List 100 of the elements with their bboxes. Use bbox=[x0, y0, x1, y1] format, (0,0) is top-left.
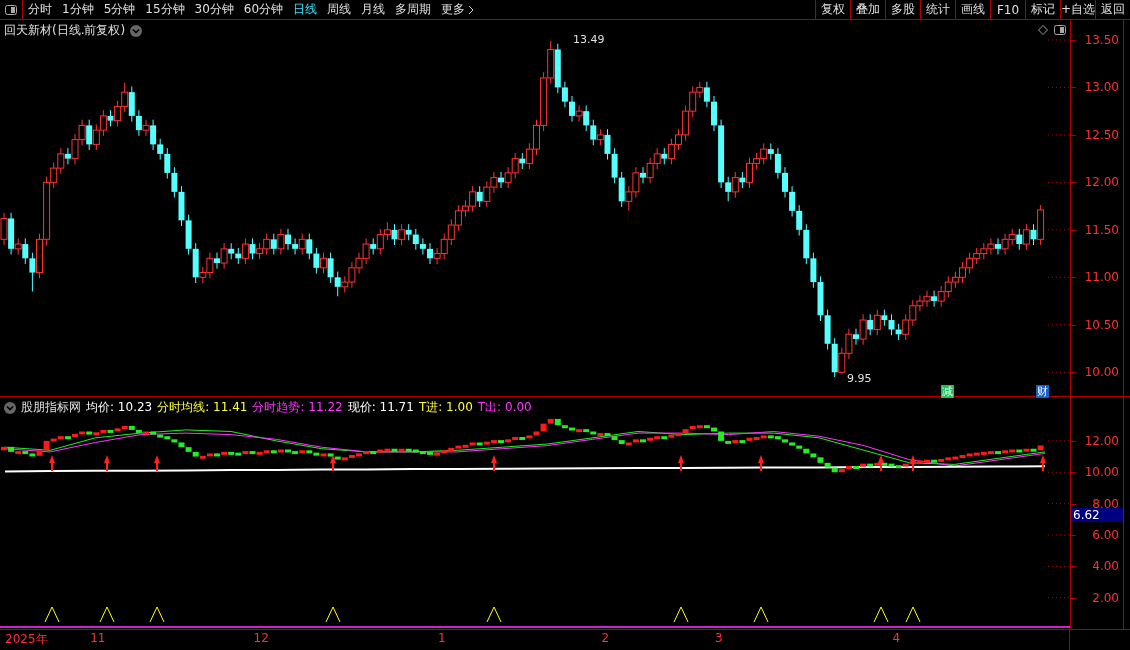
candlestick bbox=[859, 313, 867, 346]
period-tab[interactable]: 分时 bbox=[23, 0, 57, 19]
candlestick bbox=[447, 218, 455, 246]
period-tab[interactable]: 30分钟 bbox=[189, 0, 239, 19]
candlestick bbox=[454, 204, 462, 232]
candlestick bbox=[646, 157, 654, 184]
candlestick bbox=[867, 313, 874, 336]
price-axis-label: 12.00 bbox=[1084, 175, 1119, 190]
candlestick bbox=[625, 185, 633, 212]
event-marker[interactable]: 财 bbox=[1036, 385, 1049, 398]
toolbar-button[interactable]: 画线 bbox=[955, 0, 990, 19]
candlestick bbox=[703, 81, 710, 108]
candlestick bbox=[604, 128, 611, 161]
period-tab[interactable]: 5分钟 bbox=[98, 0, 141, 19]
collapse-icon[interactable] bbox=[4, 401, 16, 414]
date-axis-label: 2 bbox=[601, 631, 610, 645]
candlestick bbox=[142, 119, 150, 137]
toolbar-button[interactable]: F10 bbox=[990, 0, 1025, 19]
period-tab[interactable]: 周线 bbox=[322, 0, 357, 19]
date-axis-label: 1 bbox=[438, 631, 446, 645]
candlestick bbox=[150, 119, 157, 151]
candlestick bbox=[157, 138, 164, 161]
candlestick bbox=[1022, 223, 1030, 251]
candlestick bbox=[533, 119, 540, 156]
dropdown-icon[interactable] bbox=[130, 24, 143, 37]
toolbar-button[interactable]: 多股 bbox=[885, 0, 920, 19]
candlestick bbox=[383, 221, 391, 241]
panel-toggle-icon[interactable] bbox=[1054, 25, 1066, 35]
period-tab[interactable]: 月线 bbox=[356, 0, 391, 19]
candlestick bbox=[412, 228, 419, 251]
candlestick bbox=[711, 95, 717, 132]
period-tab[interactable]: 60分钟 bbox=[238, 0, 289, 19]
date-axis-label: 11 bbox=[90, 631, 106, 645]
candlestick bbox=[128, 85, 135, 123]
price-axis-label: 13.00 bbox=[1084, 80, 1119, 95]
candlestick bbox=[270, 233, 277, 256]
period-tab[interactable]: 多周期 bbox=[390, 0, 437, 19]
period-tab[interactable]: 1分钟 bbox=[57, 0, 99, 19]
candlestick bbox=[490, 171, 498, 194]
candlestick bbox=[306, 233, 313, 260]
price-axis-label: 10.00 bbox=[1084, 365, 1119, 380]
candlestick bbox=[249, 237, 256, 260]
candlestick bbox=[391, 223, 398, 246]
candlestick bbox=[796, 204, 803, 237]
price-axis-label: 11.00 bbox=[1084, 270, 1119, 285]
candlestick bbox=[640, 166, 646, 184]
candlestick bbox=[782, 166, 788, 199]
candlestick bbox=[682, 104, 690, 142]
toolbar-button[interactable]: 复权 bbox=[815, 0, 850, 19]
indicator-axis-label: 2.00 bbox=[1092, 590, 1119, 605]
period-tab[interactable]: 15分钟 bbox=[140, 0, 190, 19]
indicator-reading: 现价: 11.71 bbox=[347, 399, 414, 416]
toolbar-button[interactable]: 统计 bbox=[920, 0, 955, 19]
candlestick bbox=[298, 233, 306, 256]
candlestick bbox=[504, 166, 512, 189]
more-menu[interactable]: 更多 bbox=[436, 0, 480, 19]
candlestick bbox=[1001, 233, 1009, 256]
indicator-reading: T出: 0.00 bbox=[477, 399, 532, 416]
toolbar-button[interactable]: +自选 bbox=[1060, 0, 1095, 19]
toolbar-button[interactable]: 叠加 bbox=[850, 0, 885, 19]
candlestick bbox=[746, 157, 753, 189]
toolbar-button[interactable]: 标记 bbox=[1025, 0, 1060, 19]
candlestick bbox=[114, 100, 122, 127]
date-axis-label: 2025年 bbox=[5, 631, 48, 648]
candlestick bbox=[583, 104, 590, 132]
candlestick bbox=[376, 228, 384, 256]
candlestick bbox=[348, 261, 356, 289]
candlestick bbox=[419, 237, 426, 256]
indicator-axis-label: 4.00 bbox=[1092, 559, 1119, 574]
candlestick bbox=[959, 261, 966, 284]
candlestick bbox=[760, 142, 768, 165]
candlestick bbox=[810, 252, 817, 289]
date-axis-label: 3 bbox=[715, 631, 723, 645]
period-tab[interactable]: 日线 bbox=[288, 0, 323, 19]
indicator-axis-label: 8.00 bbox=[1092, 496, 1119, 511]
candlestick bbox=[171, 166, 178, 199]
toolbar-button[interactable]: 返回 bbox=[1095, 0, 1130, 19]
candlestick bbox=[277, 228, 285, 256]
candlestick bbox=[313, 247, 320, 275]
candlestick bbox=[427, 242, 433, 265]
candlestick bbox=[440, 233, 448, 260]
diamond-icon[interactable] bbox=[1038, 25, 1048, 35]
indicator-axis-label: 12.00 bbox=[1084, 433, 1119, 448]
candlestick bbox=[774, 147, 781, 180]
candlestick bbox=[525, 142, 533, 170]
candlestick bbox=[398, 223, 406, 246]
candlestick bbox=[263, 233, 271, 256]
candlestick bbox=[334, 271, 341, 297]
indicator-reading: T进: 1.00 bbox=[418, 399, 473, 416]
panel-toggle-icon[interactable] bbox=[5, 4, 17, 15]
candlestick bbox=[71, 133, 79, 165]
candlestick bbox=[206, 252, 214, 279]
candlestick bbox=[285, 228, 291, 251]
candlestick bbox=[987, 237, 995, 256]
candlestick bbox=[667, 138, 675, 165]
candlestick bbox=[433, 247, 441, 265]
candlestick bbox=[916, 294, 924, 312]
candlestick bbox=[561, 81, 568, 108]
low-price-label: 9.95 bbox=[847, 372, 872, 385]
candlestick bbox=[575, 104, 583, 123]
